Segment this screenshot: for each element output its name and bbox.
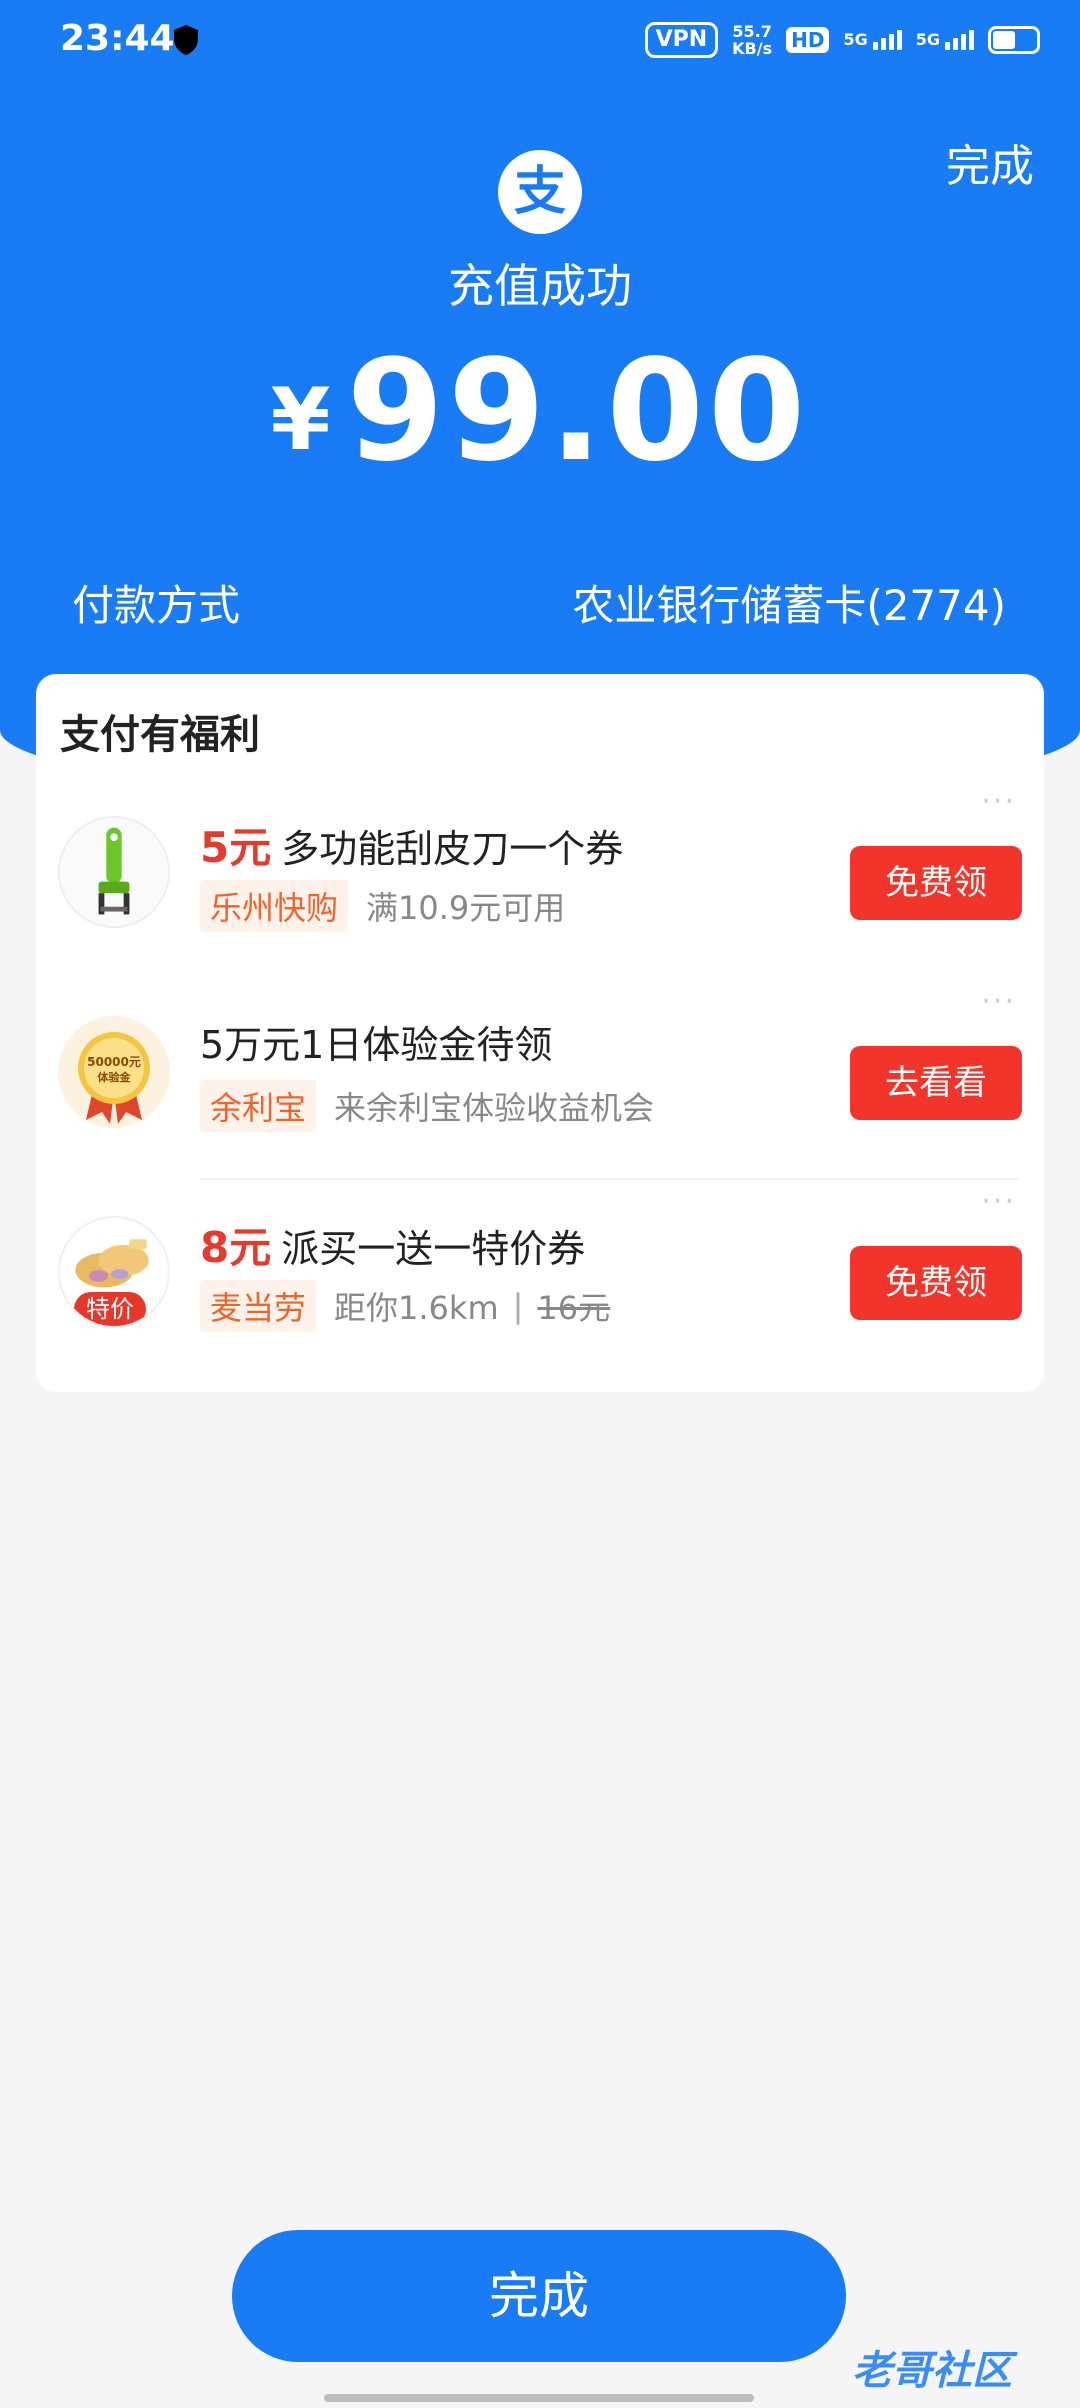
alipay-logo-icon: 支 (498, 150, 582, 234)
offer-title: 派买一送一特价券 (281, 1227, 586, 1271)
signal-icon-2: 5G (916, 30, 974, 50)
status-time: 23:44 (60, 18, 175, 59)
offer-title: 5万元1日体验金待领 (200, 1023, 553, 1067)
watermark-logo: 老哥社区 (852, 2348, 1012, 2394)
offer-item[interactable]: ··· 50000元 体验金 5万元1日体验金待领 余利宝 来余利宝体验收益机会… (36, 984, 1044, 1174)
signal-icon: 5G (843, 30, 902, 50)
amount-value: 99.00 (346, 330, 810, 493)
offer-condition: 满10.9元可用 (366, 889, 566, 927)
benefits-card: 支付有福利 ··· 5元 多功能刮皮刀一个券 乐州快购 满10.9元可用 免费领 … (36, 674, 1044, 1392)
recharge-status-text: 充值成功 (448, 259, 632, 313)
svg-text:体验金: 体验金 (98, 1070, 132, 1084)
divider (200, 1178, 1020, 1180)
claim-free-button[interactable]: 免费领 (850, 1246, 1022, 1320)
offer-price: 5元 (200, 823, 272, 872)
payment-method-value: 农业银行储蓄卡(2774) (572, 581, 1006, 630)
offer-item[interactable]: ··· 特价 8元 派买一送一特价券 麦当劳 距你1.6km | 16元 免费领 (36, 1184, 1044, 1374)
done-link[interactable]: 完成 (946, 130, 1034, 194)
status-icons: VPN 55.7 KB/s HD 5G 5G (644, 22, 1040, 58)
offer-title: 多功能刮皮刀一个券 (281, 827, 624, 871)
claim-free-button[interactable]: 免费领 (850, 846, 1022, 920)
home-indicator[interactable] (324, 2394, 754, 2402)
network-speed: 55.7 KB/s (732, 22, 773, 58)
peeler-thumbnail (58, 816, 170, 928)
medal-icon: 50000元 体验金 (78, 1032, 150, 1124)
pie-thumbnail: 特价 (58, 1216, 170, 1328)
offer-distance: 距你1.6km (334, 1289, 499, 1327)
separator: | (512, 1287, 524, 1325)
battery-icon (988, 26, 1040, 54)
vpn-icon: VPN (644, 22, 719, 58)
svg-text:50000元: 50000元 (87, 1055, 141, 1069)
peeler-icon (98, 827, 130, 915)
amount-display: ¥99.00 (0, 330, 1080, 493)
special-price-badge: 特价 (74, 1292, 146, 1326)
merchant-tag: 余利宝 (200, 1080, 317, 1132)
merchant-tag: 乐州快购 (200, 880, 349, 932)
offer-price: 8元 (200, 1223, 272, 1272)
offer-item[interactable]: ··· 5元 多功能刮皮刀一个券 乐州快购 满10.9元可用 免费领 (36, 784, 1044, 974)
done-button[interactable]: 完成 (232, 2230, 846, 2362)
hd-icon: HD (786, 27, 830, 53)
more-options-icon[interactable]: ··· (981, 984, 1016, 1019)
medal-thumbnail: 50000元 体验金 (58, 1016, 170, 1128)
view-button[interactable]: 去看看 (850, 1046, 1022, 1120)
payment-method-label: 付款方式 (72, 581, 241, 630)
status-bar: 23:44 VPN 55.7 KB/s HD 5G 5G (0, 0, 1080, 80)
shield-icon (174, 25, 198, 55)
benefits-title: 支付有福利 (60, 712, 260, 758)
merchant-tag: 麦当劳 (200, 1280, 317, 1332)
original-price: 16元 (537, 1289, 611, 1327)
more-options-icon[interactable]: ··· (981, 784, 1016, 819)
offer-description: 来余利宝体验收益机会 (334, 1089, 655, 1127)
currency-symbol: ¥ (270, 370, 331, 470)
more-options-icon[interactable]: ··· (981, 1184, 1016, 1219)
